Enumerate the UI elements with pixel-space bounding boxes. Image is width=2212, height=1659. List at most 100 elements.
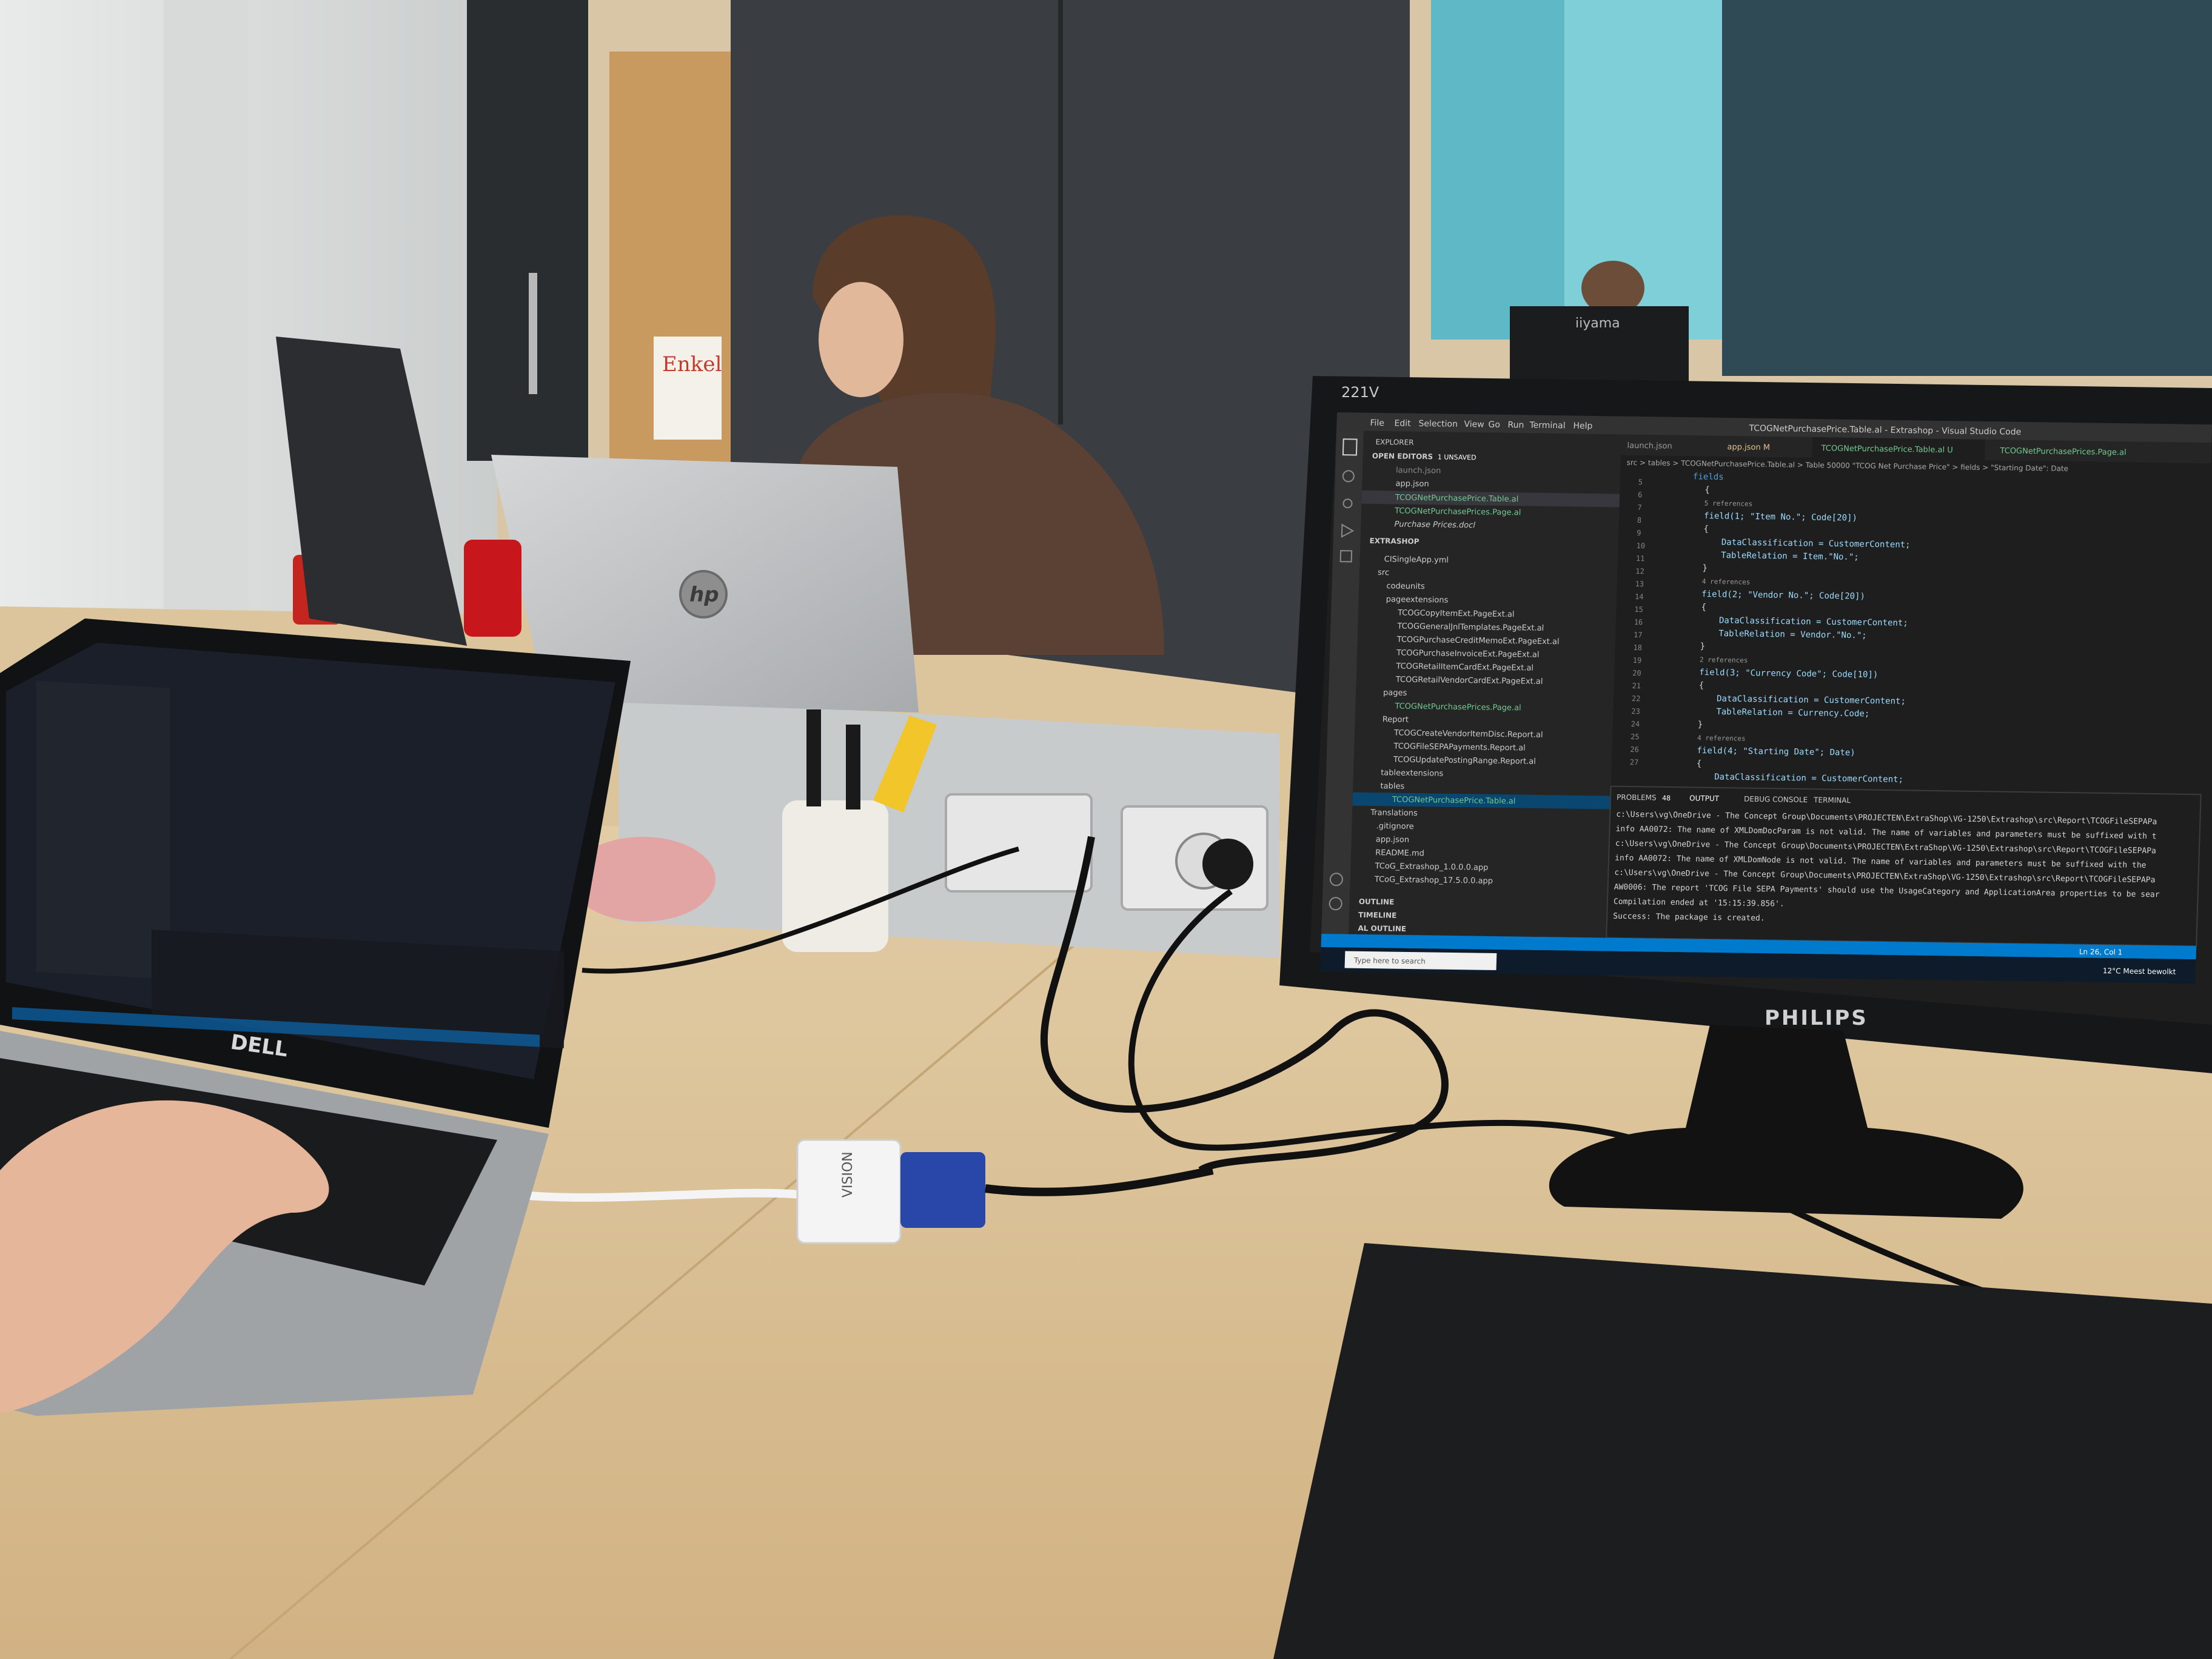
line-number: 15 [1634,605,1643,614]
al-outline-header[interactable]: AL OUTLINE [1358,924,1406,933]
code-line: { [1701,603,1706,612]
taskbar-weather: 12°C Meest bewolkt [2103,967,2176,976]
explorer-header: EXPLORER [1375,438,1413,447]
open-editor-item[interactable]: app.json [1395,479,1429,489]
code-line: } [1702,563,1708,573]
menu-item[interactable]: Go [1488,420,1500,430]
editor-tab[interactable]: launch.json [1627,441,1672,451]
open-editor-item[interactable]: TCOGNetPurchasePrice.Table.al [1395,493,1519,504]
coke-can [464,540,521,637]
editor-tab[interactable]: app.json M [1727,443,1770,452]
line-number: 26 [1630,745,1639,754]
file-item[interactable]: Report [1382,715,1409,725]
menu-item[interactable]: Terminal [1529,420,1566,431]
vga-connector [900,1152,985,1228]
paper-note-text: Enkel [662,352,722,377]
panel-tab[interactable]: DEBUG CONSOLE [1744,795,1808,804]
open-editor-item[interactable]: Purchase Prices.docl [1394,520,1475,530]
file-item[interactable]: tables [1380,782,1404,791]
open-editor-item[interactable]: launch.json [1396,466,1441,475]
file-item[interactable]: TCOGCopyItemExt.PageExt.al [1397,609,1515,620]
taskbar-search-placeholder: Type here to search [1353,956,1426,966]
code-line: 5 references [1704,500,1753,508]
line-number: 10 [1636,541,1645,550]
file-item[interactable]: codeunits [1386,581,1425,591]
file-item[interactable]: app.json [1376,835,1410,845]
code-line: { [1697,759,1702,769]
problems-badge: 48 [1662,794,1671,802]
file-item[interactable]: .gitignore [1376,822,1414,831]
open-editors-header[interactable]: OPEN EDITORS [1372,452,1433,461]
editor-tab[interactable]: TCOGNetPurchasePrice.Table.al U [1820,444,1953,455]
code-line: { [1703,525,1709,534]
line-number: 12 [1635,567,1644,575]
power-plug [1202,839,1253,890]
menu-item[interactable]: Run [1507,420,1524,430]
file-item[interactable]: TCOGFileSEPAPayments.Report.al [1393,742,1526,753]
line-number: 20 [1632,669,1641,677]
code-line: fields [1693,472,1724,482]
file-item[interactable]: pageextensions [1386,595,1449,605]
code-line: TableRelation = Vendor."No."; [1718,629,1867,640]
file-item[interactable]: src [1378,568,1389,577]
outline-header[interactable]: OUTLINE [1359,897,1395,907]
office-desk-scene: Enkel iiyama hp VISION 221V PHILIPS TCOG… [0,0,2212,1659]
philips-model: 221V [1341,384,1379,401]
line-number: 7 [1637,503,1642,512]
file-item[interactable]: Translations [1370,808,1418,818]
cabinet-divider [1058,0,1063,424]
open-editor-item[interactable]: TCOGNetPurchasePrices.Page.al [1394,506,1521,517]
menu-item[interactable]: Edit [1394,418,1411,428]
line-number: 6 [1638,491,1643,499]
file-item[interactable]: README.md [1375,848,1424,858]
vga-adapter-brand: VISION [840,1151,856,1198]
file-item[interactable]: TCOGNetPurchasePrices.Page.al [1394,702,1521,713]
door-handle [529,273,537,394]
file-item[interactable]: TCoG_Extrashop_17.5.0.0.app [1374,875,1493,886]
panel-tab[interactable]: TERMINAL [1813,796,1851,805]
line-number: 23 [1631,707,1640,716]
file-item[interactable]: tableextensions [1381,768,1444,778]
line-number: 27 [1630,758,1639,766]
code-line: } [1698,720,1703,729]
project-header[interactable]: EXTRASHOP [1369,537,1419,546]
timeline-header[interactable]: TIMELINE [1358,911,1397,920]
marker-2 [846,725,860,809]
file-item[interactable]: TCOGRetailItemCardExt.PageExt.al [1395,662,1533,673]
woman-face [819,282,903,397]
line-number: 13 [1635,580,1644,588]
code-line: TableRelation = Item."No."; [1721,551,1859,562]
line-number: 11 [1636,554,1645,563]
back-monitor-brand: iiyama [1575,316,1620,331]
menu-item[interactable]: Selection [1418,419,1458,429]
menu-item[interactable]: File [1370,418,1384,428]
menu-item[interactable]: Help [1573,421,1593,431]
file-item[interactable]: pages [1383,688,1407,698]
unsaved-badge: 1 UNSAVED [1438,453,1476,461]
wall-column [164,0,249,637]
file-item[interactable]: CISingleApp.yml [1384,555,1449,565]
file-item[interactable]: TCOGNetPurchasePrice.Table.al [1392,796,1516,806]
code-line: 4 references [1702,578,1751,586]
line-number: 21 [1632,682,1641,690]
teal-wall-right [1722,0,2212,376]
white-hdmi-cable [515,1188,801,1202]
status-cursor-position[interactable]: Ln 26, Col 1 [2079,948,2123,957]
line-number: 22 [1632,694,1641,703]
philips-brand: PHILIPS [1765,1006,1868,1030]
panel-tab[interactable]: OUTPUT [1689,794,1720,803]
socket-plate-1 [945,793,1093,893]
line-number: 18 [1633,643,1642,652]
code-line: { [1699,681,1704,691]
panel-tab[interactable]: PROBLEMS [1617,793,1657,802]
file-item[interactable]: TCoG_Extrashop_1.0.0.0.app [1374,862,1488,873]
editor-tab[interactable]: TCOGNetPurchasePrices.Page.al [1999,446,2127,457]
line-number: 8 [1637,516,1642,525]
line-number: 5 [1638,478,1643,486]
menu-item[interactable]: View [1464,420,1484,429]
dell-screen-sidebar [36,681,170,979]
line-number: 17 [1634,631,1643,639]
dark-door [467,0,588,461]
line-number: 19 [1633,656,1642,665]
line-number: 24 [1631,720,1640,728]
